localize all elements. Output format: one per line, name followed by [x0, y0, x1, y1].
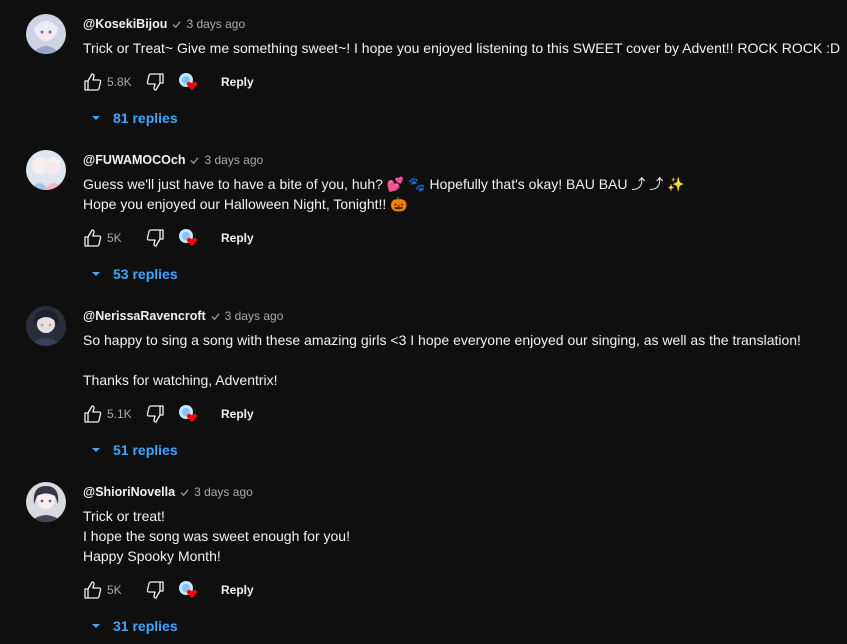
creator-heart-badge [177, 579, 201, 601]
thumbs-up-icon [84, 73, 102, 91]
comment-actions: 5K Reply [83, 578, 260, 602]
dislike-button[interactable] [145, 580, 165, 600]
comment-text-line: Trick or Treat~ Give me something sweet~… [83, 40, 841, 56]
dislike-button[interactable] [145, 228, 165, 248]
like-button[interactable] [83, 580, 103, 600]
avatar[interactable] [26, 482, 66, 522]
comment-timestamp[interactable]: 3 days ago [194, 485, 253, 499]
reply-button[interactable]: Reply [215, 403, 260, 425]
comment-text-line: Happy Spooky Month! [83, 548, 221, 564]
like-count: 5.8K [107, 75, 132, 89]
avatar[interactable] [26, 306, 66, 346]
like-count: 5K [107, 583, 122, 597]
avatar-fuwamoco-icon [26, 150, 66, 190]
chevron-down-icon [92, 272, 100, 276]
view-replies-button[interactable]: 51 replies [90, 440, 178, 460]
replies-count-label: 51 replies [113, 442, 178, 458]
like-button[interactable] [83, 72, 103, 92]
replies-count-label: 31 replies [113, 618, 178, 634]
comment-body: @KosekiBijou 3 days ago Trick or Treat~ … [83, 16, 847, 126]
comment-text: Guess we'll just have to have a bite of … [83, 174, 847, 214]
author-handle[interactable]: @NerissaRavencroft [83, 309, 206, 323]
comment-text-line: Thanks for watching, Adventrix! [83, 372, 278, 388]
comment-text: Trick or Treat~ Give me something sweet~… [83, 38, 847, 58]
reply-button[interactable]: Reply [215, 71, 260, 93]
verified-check-icon [211, 312, 220, 320]
comment-text: Trick or treat! I hope the song was swee… [83, 506, 847, 566]
thumbs-down-icon [146, 229, 164, 247]
dislike-button[interactable] [145, 72, 165, 92]
author-handle[interactable]: @ShioriNovella [83, 485, 175, 499]
thumbs-down-icon [146, 405, 164, 423]
thumbs-down-icon [146, 581, 164, 599]
chevron-down-icon [92, 448, 100, 452]
replies-count-label: 53 replies [113, 266, 178, 282]
comment-header: @FUWAMOCOch 3 days ago [83, 152, 847, 168]
comment-text-line: Trick or treat! [83, 508, 165, 524]
verified-check-icon [190, 156, 200, 164]
comment-text-line [83, 350, 847, 370]
chevron-down-icon [92, 116, 100, 120]
reply-button[interactable]: Reply [215, 227, 260, 249]
dislike-button[interactable] [145, 404, 165, 424]
thumbs-down-icon [146, 73, 164, 91]
comment-body: @NerissaRavencroft 3 days ago So happy t… [83, 308, 847, 458]
author-handle[interactable]: @KosekiBijou [83, 17, 167, 31]
comment-actions: 5K Reply [83, 226, 260, 250]
comment-header: @NerissaRavencroft 3 days ago [83, 308, 847, 324]
avatar-nerissa-ravencroft-icon [26, 306, 66, 346]
creator-heart-icon [179, 405, 198, 422]
creator-heart-icon [179, 73, 198, 90]
avatar[interactable] [26, 150, 66, 190]
like-button[interactable] [83, 404, 103, 424]
creator-heart-icon [179, 229, 198, 246]
avatar-koseki-bijou-icon [26, 14, 66, 54]
comment-text-line: Hope you enjoyed our Halloween Night, To… [83, 196, 408, 212]
replies-count-label: 81 replies [113, 110, 178, 126]
verified-check-icon [180, 488, 189, 496]
chevron-down-icon [92, 624, 100, 628]
comment-timestamp[interactable]: 3 days ago [204, 153, 263, 167]
view-replies-button[interactable]: 31 replies [90, 616, 178, 636]
like-count: 5.1K [107, 407, 132, 421]
like-count: 5K [107, 231, 122, 245]
comment-text-line: Guess we'll just have to have a bite of … [83, 176, 685, 192]
creator-heart-badge [177, 71, 201, 93]
creator-heart-icon [179, 581, 198, 598]
creator-heart-badge [177, 403, 201, 425]
avatar[interactable] [26, 14, 66, 54]
verified-check-icon [172, 20, 181, 28]
creator-heart-badge [177, 227, 201, 249]
comment-header: @ShioriNovella 3 days ago [83, 484, 847, 500]
thumbs-up-icon [84, 405, 102, 423]
view-replies-button[interactable]: 53 replies [90, 264, 178, 284]
comment-body: @FUWAMOCOch 3 days ago Guess we'll just … [83, 152, 847, 282]
avatar-shiori-novella-icon [26, 482, 66, 522]
comment-actions: 5.1K Reply [83, 402, 260, 426]
comment-text: So happy to sing a song with these amazi… [83, 330, 847, 390]
thumbs-up-icon [84, 229, 102, 247]
comment-header: @KosekiBijou 3 days ago [83, 16, 847, 32]
comment-actions: 5.8K Reply [83, 70, 260, 94]
comment-body: @ShioriNovella 3 days ago Trick or treat… [83, 484, 847, 634]
reply-button[interactable]: Reply [215, 579, 260, 601]
comment-timestamp[interactable]: 3 days ago [225, 309, 284, 323]
author-handle[interactable]: @FUWAMOCOch [83, 153, 185, 167]
comment-text-line: I hope the song was sweet enough for you… [83, 528, 350, 544]
like-button[interactable] [83, 228, 103, 248]
thumbs-up-icon [84, 581, 102, 599]
view-replies-button[interactable]: 81 replies [90, 108, 178, 128]
comment-timestamp[interactable]: 3 days ago [186, 17, 245, 31]
comment-text-line: So happy to sing a song with these amazi… [83, 332, 801, 348]
